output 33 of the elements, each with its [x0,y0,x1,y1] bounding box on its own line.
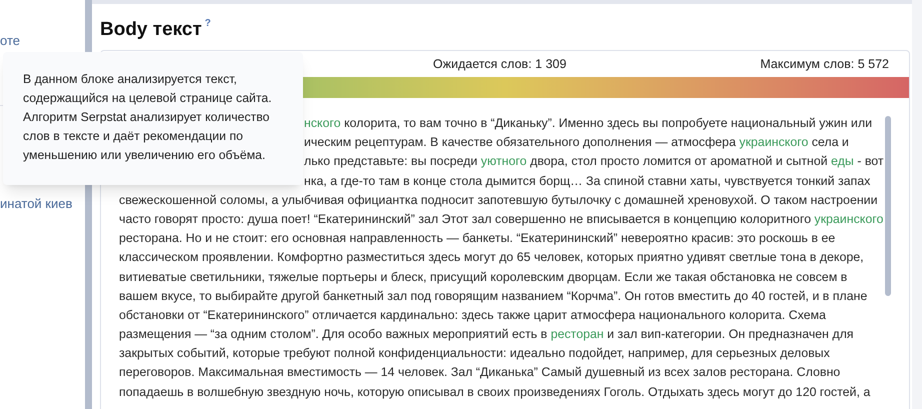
text-line: - вот [856,154,884,168]
help-icon[interactable]: ? [204,16,211,31]
highlighted-keyword: уютного [480,154,527,168]
highlighted-keyword: еды [831,154,854,168]
sidebar-item[interactable]: оте [0,33,85,49]
text-line: витиеватые светильники, тяжелые портьеры и блеск, присущий королевским дворцам. Если же такая обстановка не совсем в [119,270,848,284]
text-line: села и [810,135,849,150]
max-words: Максимум слов: 5 572 [760,56,889,73]
text-line: попадаешь в волшебную звездную ночь, которую описывал в своих произведениях Гоголь. Отдыхать здесь могут до 120 гостей, а [119,384,870,399]
text-line: переговоров. Максимальная вместимость — 14 человек. Зал “Диканька” Самый душевный из всех залов ресторана. Словно [119,365,840,380]
text-line: колорита, то вам точно в “Диканьку”. Именно здесь вы попробуете национальный ужин или [343,116,872,130]
highlighted-keyword: ресторан [550,327,604,342]
text-line: закрытых событий, которые требуют полной конфиденциальности: идеально подойдет, например, для серьезных деловых [119,346,830,360]
scrollbar[interactable] [885,116,891,296]
sidebar-item[interactable]: инатой киев [0,194,85,214]
highlighted-keyword: украинского [814,212,884,226]
text-line: ическим рецептурам. В качестве обязательного дополнения — атмосфера [304,135,737,150]
tooltip-text: В данном блоке анализируется текст, содержащийся на целевой странице сайта. Алгоритм Serpstat анализирует количество слов в тексте и даёт рекомендации по уменьшению или увеличению его объёма. [23,71,273,164]
text-line: классическом проявлении. Комфортно разместиться здесь могут до 65 человек, которых приятно удивят светлые тона в декоре, [119,250,864,264]
highlighted-keyword: украинского [739,135,808,150]
text-line: свежескошенной соломы, а улыбчивая официантка подносит запотевшую бутылочку с домашней хреновухой. О таком настроении [119,192,878,207]
text-line: размещения — “за одним столом”. Для особо важных мероприятий есть в [119,327,548,342]
expected-words: Ожидается слов: 1 309 [433,56,566,73]
text-line: ресторана. Но и не стоит: его основная направленность — банкеты. “Екатерининский” невероятно красив: это роскошь в ее [119,231,836,246]
text-line: двора, стол просто ломится от ароматной и сытной [529,154,829,168]
text-line: и зал вип-категории. Он предназначен для [606,327,854,342]
text-line: часто говорят просто: душа поет! “Екатерининский” зал Этот зал совершенно не вписывается в концепцию колоритного [119,212,812,226]
text-line: обстановки от “Екатерининского” отличается кардинально: здесь также царит атмосфера национального колорита. Схема [119,308,826,322]
text-line: нка, а где-то там в конце стола дымится борщ… За спиной ставни хаты, чувствуется тонкий запах [304,174,870,188]
text-line: лько представьте: вы посреди [304,154,478,168]
text-line: вашем вкусе, то выбирайте другой банкетный зал под говорящим названием “Корчма”. Он готов вместить до 40 гостей, и в плане [119,288,868,303]
section-title: Body текст [100,18,202,42]
highlighted-keyword: нского [304,116,341,130]
